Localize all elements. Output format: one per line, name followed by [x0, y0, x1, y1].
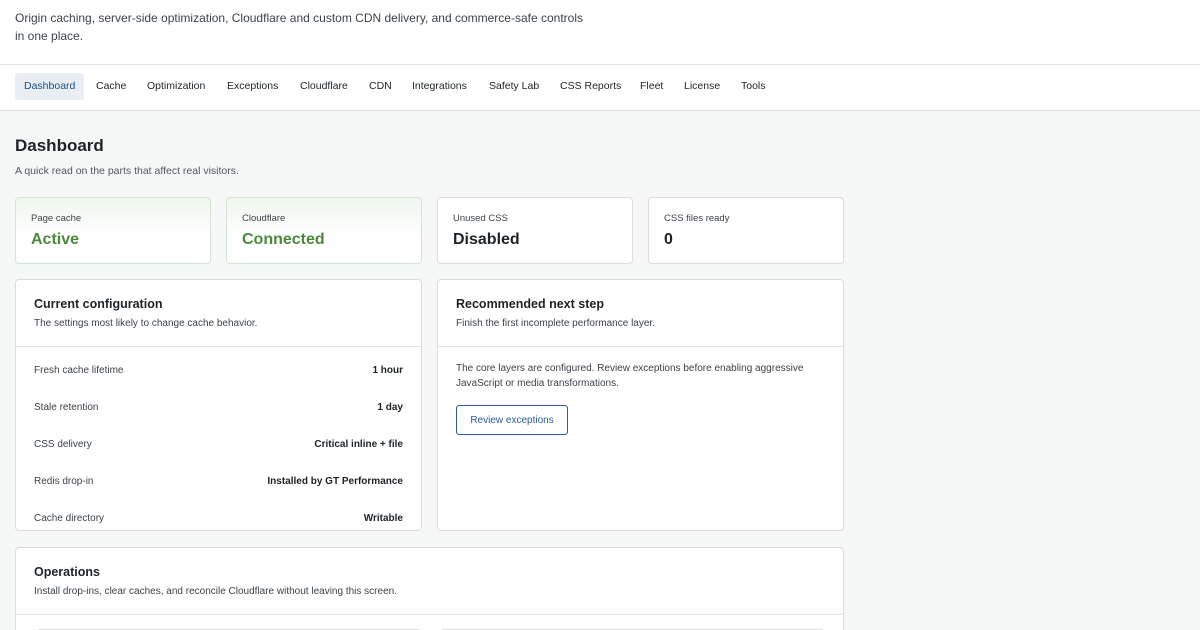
operations-panel: Operations Install drop-ins, clear cache…	[15, 547, 844, 630]
config-row-css-delivery: CSS delivery Critical inline + file	[16, 428, 421, 465]
recommendation-text: The core layers are configured. Review e…	[456, 363, 804, 389]
panel-subtitle: The settings most likely to change cache…	[34, 318, 258, 329]
tab-integrations[interactable]: Integrations	[403, 73, 476, 100]
tab-fleet[interactable]: Fleet	[631, 73, 672, 100]
panel-title: Current configuration	[34, 297, 163, 311]
config-label: CSS delivery	[34, 439, 92, 450]
stat-label: CSS files ready	[664, 213, 730, 224]
config-row-redis-drop-in: Redis drop-in Installed by GT Performanc…	[16, 465, 421, 502]
plugin-description: Origin caching, server-side optimization…	[15, 11, 584, 43]
status-value: Disabled	[453, 231, 520, 248]
tab-tools[interactable]: Tools	[732, 73, 775, 100]
stat-label: Unused CSS	[453, 213, 508, 224]
tab-cache[interactable]: Cache	[87, 73, 135, 100]
tab-exceptions[interactable]: Exceptions	[218, 73, 287, 100]
config-value: Critical inline + file	[314, 439, 403, 450]
divider	[16, 346, 421, 347]
tab-license[interactable]: License	[675, 73, 729, 100]
stat-card-cloudflare: Cloudflare Connected	[226, 197, 422, 264]
top-header: Origin caching, server-side optimization…	[0, 0, 1200, 65]
stat-card-unused-css: Unused CSS Disabled	[437, 197, 633, 264]
tab-safety-lab[interactable]: Safety Lab	[480, 73, 548, 100]
divider	[16, 614, 843, 615]
current-configuration-panel: Current configuration The settings most …	[15, 279, 422, 531]
config-value: 1 day	[377, 402, 403, 413]
recommended-next-step-panel: Recommended next step Finish the first i…	[437, 279, 844, 531]
status-value: 0	[664, 231, 673, 248]
panel-title: Recommended next step	[456, 297, 604, 311]
config-label: Redis drop-in	[34, 476, 94, 487]
panel-title: Operations	[34, 565, 100, 579]
divider	[438, 346, 843, 347]
config-label: Fresh cache lifetime	[34, 365, 124, 376]
config-value: Writable	[363, 513, 403, 524]
tab-bar: Dashboard Cache Optimization Exceptions …	[0, 65, 1200, 111]
tab-cdn[interactable]: CDN	[360, 73, 401, 100]
config-label: Cache directory	[34, 513, 105, 524]
status-value: Active	[31, 231, 80, 248]
page-subtitle: A quick read on the parts that affect re…	[15, 165, 239, 177]
stat-label: Page cache	[31, 213, 82, 224]
panel-subtitle: Install drop-ins, clear caches, and reco…	[34, 586, 397, 597]
page-title: Dashboard	[15, 136, 104, 155]
tab-css-reports[interactable]: CSS Reports	[551, 73, 630, 100]
config-label: Stale retention	[34, 402, 99, 413]
tab-dashboard[interactable]: Dashboard	[15, 73, 85, 100]
tab-optimization[interactable]: Optimization	[138, 73, 214, 100]
status-value: Connected	[242, 231, 325, 248]
panel-subtitle: Finish the first incomplete performance …	[456, 318, 655, 329]
stat-label: Cloudflare	[242, 213, 286, 224]
config-row-fresh-cache-lifetime: Fresh cache lifetime 1 hour	[16, 354, 421, 391]
review-exceptions-button[interactable]: Review exceptions	[456, 405, 568, 435]
config-row-stale-retention: Stale retention 1 day	[16, 391, 421, 428]
config-value: 1 hour	[372, 365, 403, 376]
config-value: Installed by GT Performance	[267, 476, 403, 487]
config-row-cache-directory: Cache directory Writable	[16, 502, 421, 530]
stat-card-page-cache: Page cache Active	[15, 197, 211, 264]
tab-cloudflare[interactable]: Cloudflare	[291, 73, 357, 100]
stat-card-css-files-ready: CSS files ready 0	[648, 197, 844, 264]
